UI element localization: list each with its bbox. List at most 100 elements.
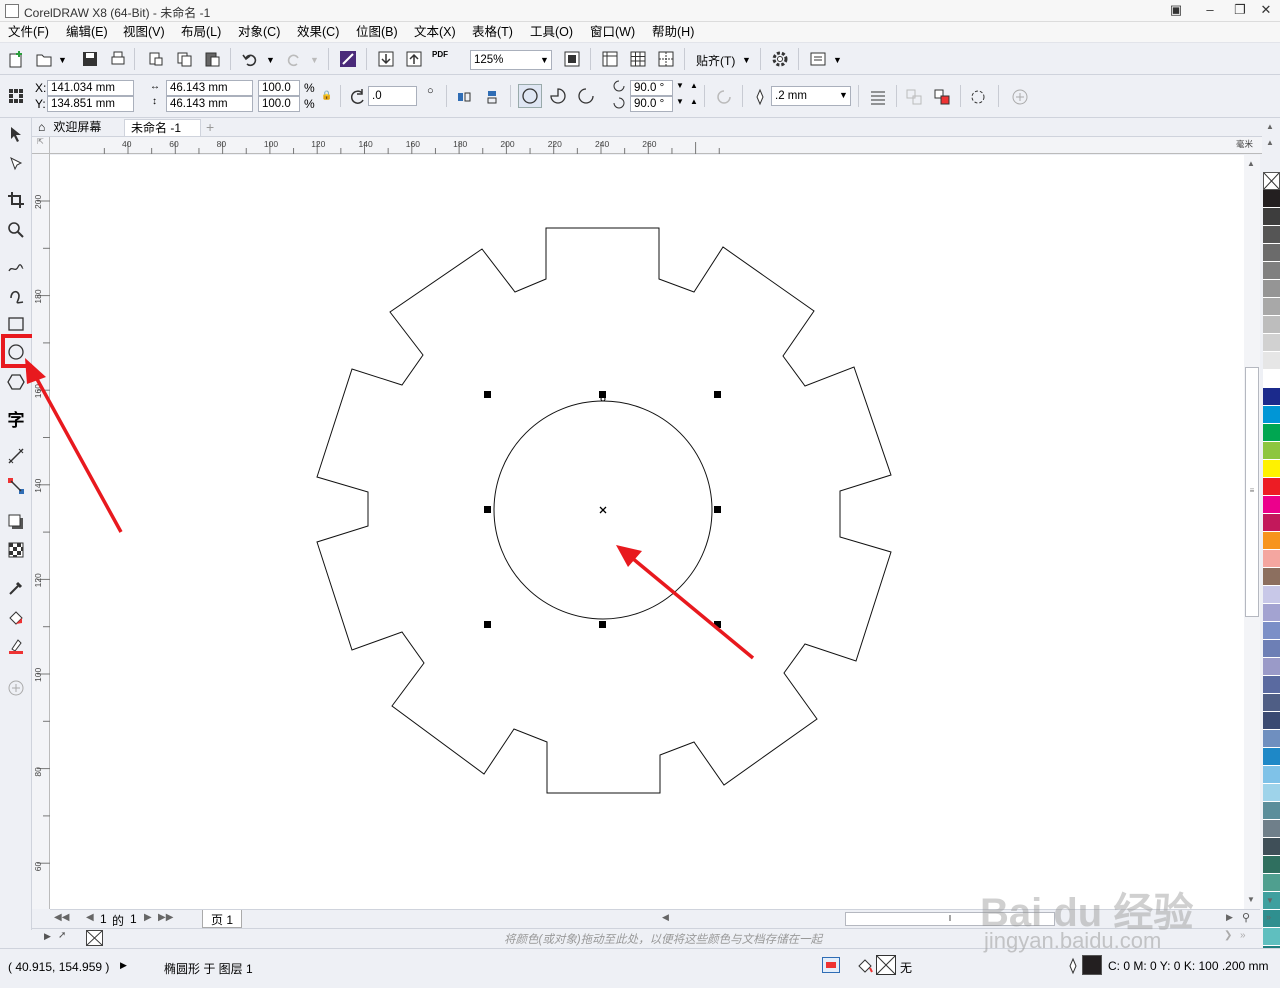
palette-swatch[interactable] — [1263, 334, 1280, 352]
convert-to-curves-icon[interactable] — [966, 85, 990, 109]
full-screen-icon[interactable] — [560, 47, 584, 71]
menu-edit[interactable]: 编辑(E) — [62, 24, 112, 40]
pie-mode-icon[interactable] — [546, 84, 570, 108]
palette-swatch[interactable] — [1263, 784, 1280, 802]
palette-scroll-down-icon[interactable]: ▼ — [1266, 896, 1274, 905]
tab-document[interactable]: 未命名 -1 — [124, 119, 201, 136]
pick-tool-icon[interactable] — [4, 122, 28, 146]
crop-tool-icon[interactable] — [4, 188, 28, 212]
mirror-horizontal-icon[interactable] — [452, 85, 476, 109]
end-angle-field[interactable]: 90.0 ° — [630, 96, 673, 112]
menu-bitmaps[interactable]: 位图(B) — [352, 24, 402, 40]
palette-swatch[interactable] — [1263, 658, 1280, 676]
palette-swatch[interactable] — [1263, 622, 1280, 640]
add-property-icon[interactable] — [1008, 85, 1032, 109]
status-expand-icon[interactable]: ▶ — [120, 960, 127, 971]
palette-swatch[interactable] — [1263, 244, 1280, 262]
docpalette-no-color-swatch[interactable] — [86, 930, 103, 946]
palette-scroll-up-icon[interactable]: ▲ — [1266, 122, 1274, 131]
palette-swatch[interactable] — [1263, 550, 1280, 568]
zoom-dropdown-icon[interactable]: ▼ — [540, 55, 549, 65]
palette-swatch[interactable] — [1263, 928, 1280, 946]
menu-table[interactable]: 表格(T) — [468, 24, 517, 40]
rotation-angle-field[interactable]: .0 — [368, 86, 417, 106]
undo-icon[interactable] — [238, 47, 262, 71]
import-icon[interactable] — [374, 47, 398, 71]
palette-swatch[interactable] — [1263, 802, 1280, 820]
arc-mode-icon[interactable] — [574, 84, 598, 108]
launcher-dropdown-icon[interactable]: ▼ — [833, 55, 842, 65]
palette-swatch[interactable] — [1263, 208, 1280, 226]
palette-swatch[interactable] — [1263, 820, 1280, 838]
lock-ratio-icon[interactable]: 🔒 — [321, 90, 332, 101]
docpalette-scroll-icon[interactable]: ❯ — [1224, 930, 1232, 941]
menu-layout[interactable]: 布局(L) — [177, 24, 225, 40]
object-origin-icon[interactable] — [4, 84, 28, 108]
undo-dropdown-icon[interactable]: ▼ — [266, 55, 275, 65]
end-angle-up-icon[interactable]: ▲ — [690, 97, 698, 106]
cut-icon[interactable] — [144, 47, 168, 71]
open-dropdown-icon[interactable]: ▼ — [58, 55, 67, 65]
page-next-icon[interactable]: ▶ — [144, 912, 152, 923]
scale-height-field[interactable]: 100.0 — [258, 96, 300, 112]
palette-swatch[interactable] — [1263, 586, 1280, 604]
start-angle-spinner-icon[interactable]: ▼ — [676, 81, 684, 90]
minimize-button[interactable]: – — [1198, 2, 1222, 18]
handle-top-right[interactable] — [714, 391, 721, 398]
no-color-swatch[interactable] — [1263, 172, 1280, 190]
menu-view[interactable]: 视图(V) — [119, 24, 169, 40]
menu-object[interactable]: 对象(C) — [234, 24, 284, 40]
palette-swatch[interactable] — [1263, 388, 1280, 406]
handle-right[interactable] — [714, 506, 721, 513]
color-proofing-icon[interactable] — [822, 957, 840, 973]
x-position-field[interactable]: 141.034 mm — [47, 80, 134, 96]
y-position-field[interactable]: 134.851 mm — [47, 96, 134, 112]
to-back-icon[interactable] — [930, 85, 954, 109]
restore-button[interactable]: ❐ — [1228, 2, 1252, 18]
save-icon[interactable] — [78, 47, 102, 71]
page-tab[interactable]: 页 1 — [202, 910, 243, 928]
palette-swatch[interactable] — [1263, 676, 1280, 694]
artistic-media-tool-icon[interactable] — [4, 283, 28, 307]
page-first-icon[interactable]: ◀◀ — [54, 912, 69, 923]
palette-swatch[interactable] — [1263, 514, 1280, 532]
palette-swatch[interactable] — [1263, 478, 1280, 496]
palette-swatch[interactable] — [1263, 838, 1280, 856]
palette-swatch[interactable] — [1263, 424, 1280, 442]
change-direction-icon[interactable] — [712, 85, 736, 109]
scroll-up-icon[interactable]: ▲ — [1247, 159, 1255, 168]
palette-swatch[interactable] — [1263, 856, 1280, 874]
palette-swatch[interactable] — [1263, 316, 1280, 334]
redo-icon[interactable] — [282, 47, 306, 71]
docpalette-menu-icon[interactable]: ▶ — [44, 931, 51, 942]
shape-tool-icon[interactable] — [4, 152, 28, 176]
application-launcher-icon[interactable] — [806, 47, 830, 71]
palette-swatch[interactable] — [1263, 496, 1280, 514]
palette-swatch[interactable] — [1263, 298, 1280, 316]
hscroll-left-icon[interactable]: ◀ — [662, 912, 669, 923]
vertical-scrollbar[interactable]: ▲ ≡ ▼ — [1244, 155, 1260, 909]
palette-swatch[interactable] — [1263, 874, 1280, 892]
smart-fill-tool-icon[interactable] — [4, 634, 28, 658]
handle-left[interactable] — [484, 506, 491, 513]
menu-text[interactable]: 文本(X) — [410, 24, 460, 40]
tab-welcome-screen[interactable]: ⌂ 欢迎屏幕 — [32, 119, 122, 136]
palette-swatch[interactable] — [1263, 442, 1280, 460]
close-button[interactable]: ✕ — [1254, 2, 1278, 18]
palette-swatch[interactable] — [1263, 226, 1280, 244]
handle-bottom[interactable] — [599, 621, 606, 628]
docpalette-expand-icon[interactable]: » — [1240, 930, 1246, 941]
snap-dropdown-icon[interactable]: ▼ — [742, 55, 751, 65]
freehand-tool-icon[interactable] — [4, 254, 28, 278]
copy-icon[interactable] — [172, 47, 196, 71]
snap-to-button[interactable]: 贴齐(T) — [696, 52, 735, 69]
horizontal-ruler[interactable]: 40 60 80 100 120 140 160 180 200 220 240 260 毫米 — [50, 137, 1262, 154]
show-grid-icon[interactable] — [626, 47, 650, 71]
palette-swatch[interactable] — [1263, 712, 1280, 730]
palette-swatch[interactable] — [1263, 766, 1280, 784]
fill-none-swatch[interactable] — [876, 955, 896, 975]
handle-bottom-left[interactable] — [484, 621, 491, 628]
palette-swatch[interactable] — [1263, 604, 1280, 622]
start-angle-up-icon[interactable]: ▲ — [690, 81, 698, 90]
scroll-down-icon[interactable]: ▼ — [1247, 895, 1255, 904]
